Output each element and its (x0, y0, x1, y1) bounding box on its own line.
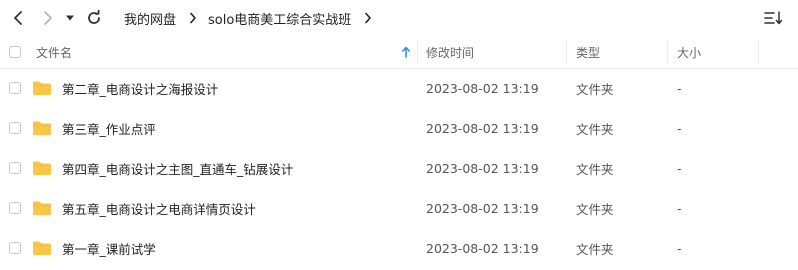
column-header-modified-label: 修改时间 (426, 45, 475, 60)
arrow-up-icon (402, 46, 410, 58)
forward-button[interactable] (36, 6, 60, 30)
folder-icon (32, 228, 52, 268)
file-size: - (677, 200, 682, 216)
folder-icon (32, 188, 52, 228)
column-header-name-label: 文件名 (36, 45, 73, 60)
select-all-checkbox[interactable] (9, 46, 21, 58)
column-divider[interactable] (667, 40, 668, 64)
column-header-name[interactable]: 文件名 (36, 36, 72, 68)
history-dropdown-button[interactable] (60, 6, 80, 30)
file-type: 文件夹 (576, 161, 614, 177)
column-header-size[interactable]: 大小 (677, 36, 701, 68)
chevron-right-icon (186, 12, 200, 24)
refresh-button[interactable] (82, 6, 106, 30)
refresh-icon (88, 10, 100, 24)
breadcrumb: 我的网盘 solo电商美工综合实战班 (122, 8, 381, 28)
table-row[interactable]: 第四章_电商设计之主图_直通车_钻展设计 2023-08-02 13:19 文件… (0, 148, 798, 188)
sort-arrow[interactable] (401, 36, 411, 68)
row-checkbox[interactable] (9, 82, 21, 94)
file-modified: 2023-08-02 13:19 (426, 160, 539, 176)
breadcrumb-item-root[interactable]: 我的网盘 (122, 9, 178, 28)
row-checkbox-cell (9, 148, 21, 188)
column-header-modified[interactable]: 修改时间 (426, 36, 474, 68)
row-checkbox[interactable] (9, 242, 21, 254)
table-header: 文件名 修改时间 类型 大小 (0, 36, 798, 69)
folder-icon (32, 108, 52, 148)
column-divider[interactable] (566, 40, 567, 64)
breadcrumb-item-current[interactable]: solo电商美工综合实战班 (206, 9, 353, 28)
file-type: 文件夹 (576, 241, 614, 257)
file-modified: 2023-08-02 13:19 (426, 240, 539, 256)
row-checkbox-cell (9, 68, 21, 108)
column-header-type[interactable]: 类型 (576, 36, 600, 68)
file-type: 文件夹 (576, 121, 614, 137)
view-sort-button[interactable] (762, 8, 786, 28)
folder-icon (32, 68, 52, 108)
chevron-right-icon[interactable] (361, 12, 375, 24)
table-row[interactable]: 第一章_课前试学 2023-08-02 13:19 文件夹 - (0, 228, 798, 268)
file-size: - (677, 80, 682, 96)
back-button[interactable] (6, 6, 30, 30)
folder-icon (32, 148, 52, 188)
file-size: - (677, 240, 682, 256)
select-all-checkbox-cell (9, 36, 21, 68)
chevron-left-icon (14, 11, 22, 25)
file-size: - (677, 120, 682, 136)
file-name[interactable]: 第五章_电商设计之电商详情页设计 (62, 188, 256, 228)
toolbar: 我的网盘 solo电商美工综合实战班 (0, 0, 798, 36)
list-sort-icon (764, 11, 783, 25)
file-name[interactable]: 第一章_课前试学 (62, 228, 156, 268)
table-row[interactable]: 第三章_作业点评 2023-08-02 13:19 文件夹 - (0, 108, 798, 148)
file-name[interactable]: 第三章_作业点评 (62, 108, 156, 148)
caret-down-icon (66, 15, 74, 21)
chevron-right-icon (44, 11, 52, 25)
column-header-size-label: 大小 (677, 45, 702, 60)
file-type: 文件夹 (576, 81, 614, 97)
row-checkbox[interactable] (9, 162, 21, 174)
table-row[interactable]: 第二章_电商设计之海报设计 2023-08-02 13:19 文件夹 - (0, 68, 798, 108)
file-type: 文件夹 (576, 201, 614, 217)
column-divider[interactable] (417, 40, 418, 64)
row-checkbox[interactable] (9, 122, 21, 134)
file-name[interactable]: 第二章_电商设计之海报设计 (62, 68, 218, 108)
table-row[interactable]: 第五章_电商设计之电商详情页设计 2023-08-02 13:19 文件夹 - (0, 188, 798, 228)
row-checkbox-cell (9, 108, 21, 148)
column-header-type-label: 类型 (576, 45, 601, 60)
row-checkbox-cell (9, 188, 21, 228)
column-divider[interactable] (758, 40, 759, 64)
file-size: - (677, 160, 682, 176)
row-checkbox[interactable] (9, 202, 21, 214)
file-name[interactable]: 第四章_电商设计之主图_直通车_钻展设计 (62, 148, 293, 188)
row-checkbox-cell (9, 228, 21, 268)
file-modified: 2023-08-02 13:19 (426, 120, 539, 136)
file-modified: 2023-08-02 13:19 (426, 200, 539, 216)
file-modified: 2023-08-02 13:19 (426, 80, 539, 96)
